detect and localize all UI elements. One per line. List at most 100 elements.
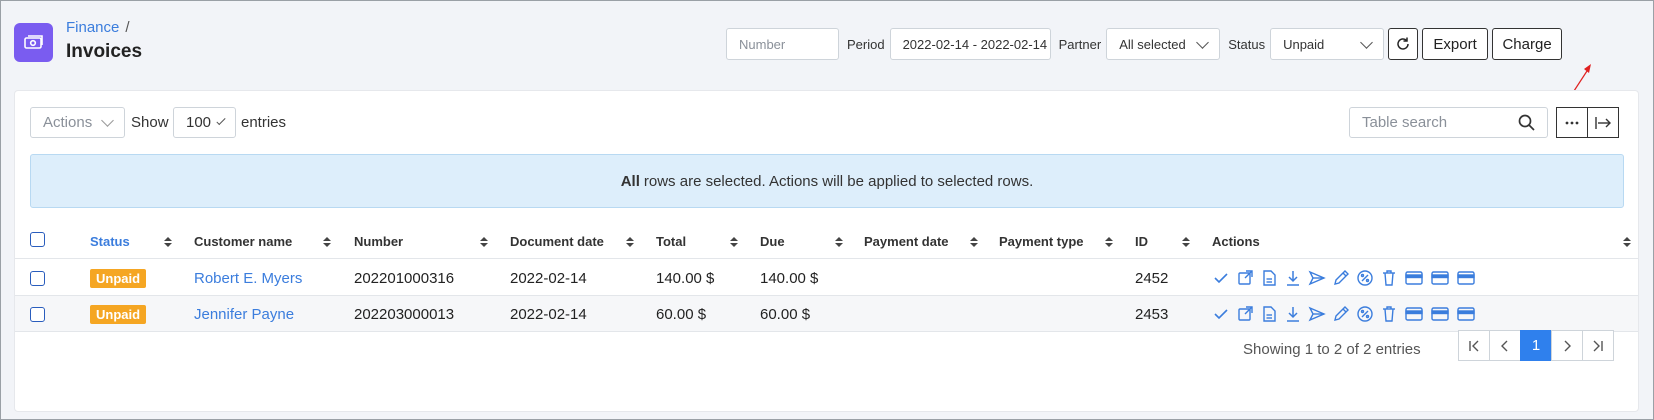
show-label: Show bbox=[131, 114, 169, 131]
trash-icon[interactable] bbox=[1380, 269, 1398, 287]
sort-icon[interactable] bbox=[1623, 237, 1631, 247]
row-checkbox[interactable] bbox=[30, 271, 45, 286]
column-header-document-date[interactable]: Document date bbox=[510, 224, 604, 259]
selection-banner: All rows are selected. Actions will be a… bbox=[30, 154, 1624, 208]
due-amount: 140.00 $ bbox=[760, 269, 819, 287]
partner-select[interactable]: All selected bbox=[1106, 28, 1221, 60]
chevron-down-icon bbox=[1360, 35, 1373, 49]
edit-icon[interactable] bbox=[1332, 305, 1350, 323]
sort-icon[interactable] bbox=[480, 237, 488, 247]
entries-per-page-value: 100 bbox=[186, 114, 212, 131]
search-icon bbox=[1518, 114, 1535, 131]
entries-per-page-select[interactable]: 100 bbox=[173, 107, 236, 138]
card-icon[interactable] bbox=[1456, 305, 1476, 323]
table-search-input[interactable]: Table search bbox=[1349, 107, 1548, 138]
edit-icon[interactable] bbox=[1332, 269, 1350, 287]
row-checkbox[interactable] bbox=[30, 307, 45, 322]
document-icon[interactable] bbox=[1260, 305, 1278, 323]
last-page-button[interactable] bbox=[1582, 330, 1614, 361]
column-header-id[interactable]: ID bbox=[1135, 224, 1148, 259]
export-button[interactable]: Export bbox=[1422, 28, 1489, 60]
customer-name-link[interactable]: Jennifer Payne bbox=[194, 296, 294, 332]
check-icon[interactable] bbox=[1212, 269, 1230, 287]
entries-label: entries bbox=[241, 114, 287, 131]
column-header-number[interactable]: Number bbox=[354, 224, 403, 259]
customer-name-link[interactable]: Robert E. Myers bbox=[194, 260, 302, 296]
sort-icon[interactable] bbox=[323, 237, 331, 247]
send-icon[interactable] bbox=[1308, 269, 1326, 287]
send-icon[interactable] bbox=[1308, 305, 1326, 323]
column-header-due[interactable]: Due bbox=[760, 224, 785, 259]
column-header-payment-date[interactable]: Payment date bbox=[864, 224, 949, 259]
card-icon[interactable] bbox=[1456, 269, 1476, 287]
status-badge: Unpaid bbox=[90, 304, 147, 324]
sort-icon[interactable] bbox=[164, 237, 172, 247]
bulk-actions-dropdown[interactable]: Actions bbox=[30, 107, 125, 138]
last-page-icon bbox=[1593, 340, 1603, 351]
invoice-number: 202201000316 bbox=[354, 269, 455, 287]
page-button-current[interactable]: 1 bbox=[1520, 330, 1552, 361]
sort-icon[interactable] bbox=[730, 237, 738, 247]
period-label: Period bbox=[847, 36, 885, 52]
sort-icon[interactable] bbox=[1105, 237, 1113, 247]
breadcrumb-finance-link[interactable]: Finance bbox=[66, 19, 119, 36]
sort-icon[interactable] bbox=[626, 237, 634, 247]
status-label: Status bbox=[1228, 36, 1266, 52]
open-external-icon[interactable] bbox=[1236, 305, 1254, 323]
table-header: Status Customer name Number Document dat… bbox=[15, 224, 1638, 259]
partner-label: Partner bbox=[1058, 36, 1102, 52]
column-header-total[interactable]: Total bbox=[656, 224, 686, 259]
previous-page-button[interactable] bbox=[1489, 330, 1521, 361]
column-header-status[interactable]: Status bbox=[90, 224, 130, 259]
period-input[interactable]: 2022-02-14 - 2022-02-14 bbox=[889, 28, 1051, 60]
trash-icon[interactable] bbox=[1380, 305, 1398, 323]
number-filter-input[interactable]: Number bbox=[726, 28, 839, 60]
invoices-card: Actions Show 100 entries Table search Al… bbox=[14, 90, 1639, 412]
chevron-down-icon bbox=[216, 115, 226, 126]
row-actions bbox=[1212, 296, 1476, 332]
money-icon bbox=[14, 23, 53, 62]
card-icon[interactable] bbox=[1404, 305, 1424, 323]
discount-icon[interactable] bbox=[1356, 305, 1374, 323]
table-row[interactable]: Unpaid Jennifer Payne 202203000013 2022-… bbox=[15, 296, 1638, 332]
refresh-button[interactable] bbox=[1388, 28, 1419, 60]
document-icon[interactable] bbox=[1260, 269, 1278, 287]
refresh-icon bbox=[1397, 37, 1409, 50]
invoice-number: 202203000013 bbox=[354, 305, 455, 323]
chevron-left-icon bbox=[1501, 340, 1508, 351]
collapse-panel-button[interactable] bbox=[1587, 107, 1619, 138]
filter-toolbar: Number Period 2022-02-14 - 2022-02-14 Pa… bbox=[726, 28, 1563, 60]
invoice-id: 2452 bbox=[1135, 269, 1169, 287]
entries-info: Showing 1 to 2 of 2 entries bbox=[1243, 341, 1421, 358]
status-select[interactable]: Unpaid bbox=[1270, 28, 1385, 60]
table-search-placeholder: Table search bbox=[1362, 114, 1448, 131]
status-badge: Unpaid bbox=[90, 268, 147, 288]
sort-icon[interactable] bbox=[835, 237, 843, 247]
table-row[interactable]: Unpaid Robert E. Myers 202201000316 2022… bbox=[15, 260, 1638, 296]
card-icon[interactable] bbox=[1430, 269, 1450, 287]
ellipsis-icon bbox=[1565, 121, 1579, 124]
column-header-actions: Actions bbox=[1212, 234, 1260, 249]
first-page-button[interactable] bbox=[1458, 330, 1490, 361]
select-all-checkbox[interactable] bbox=[30, 232, 45, 247]
open-external-icon[interactable] bbox=[1236, 269, 1254, 287]
partner-select-value: All selected bbox=[1119, 36, 1186, 52]
document-date: 2022-02-14 bbox=[510, 269, 587, 287]
discount-icon[interactable] bbox=[1356, 269, 1374, 287]
charge-button[interactable]: Charge bbox=[1492, 28, 1563, 60]
card-icon[interactable] bbox=[1430, 305, 1450, 323]
check-icon[interactable] bbox=[1212, 305, 1230, 323]
document-date: 2022-02-14 bbox=[510, 305, 587, 323]
status-select-value: Unpaid bbox=[1283, 36, 1325, 52]
sort-icon[interactable] bbox=[1182, 237, 1190, 247]
download-icon[interactable] bbox=[1284, 305, 1302, 323]
next-page-button[interactable] bbox=[1551, 330, 1583, 361]
column-header-customer-name[interactable]: Customer name bbox=[194, 224, 292, 259]
card-icon[interactable] bbox=[1404, 269, 1424, 287]
column-header-payment-type[interactable]: Payment type bbox=[999, 224, 1084, 259]
breadcrumb: Finance / bbox=[66, 19, 130, 36]
row-actions bbox=[1212, 260, 1476, 296]
more-options-button[interactable] bbox=[1556, 107, 1588, 138]
sort-icon[interactable] bbox=[970, 237, 978, 247]
download-icon[interactable] bbox=[1284, 269, 1302, 287]
